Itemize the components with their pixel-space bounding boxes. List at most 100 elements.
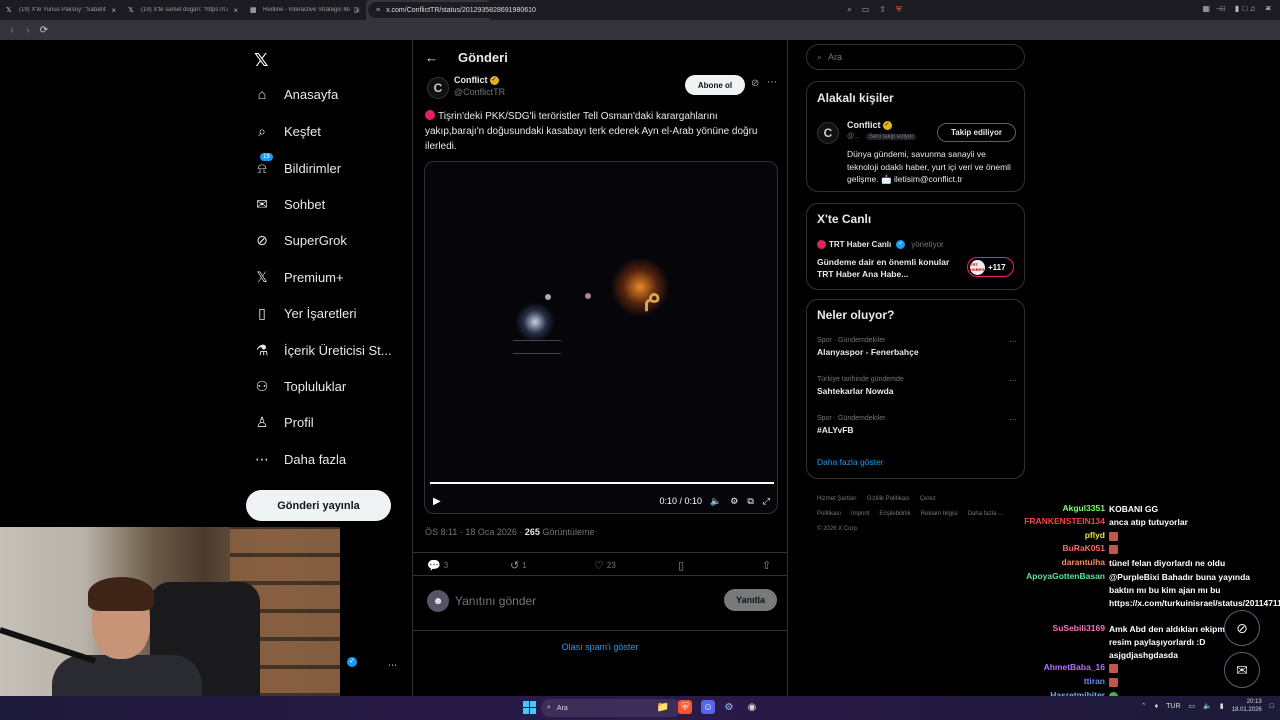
- related-name[interactable]: Conflict: [847, 120, 881, 130]
- browser-tab[interactable]: 𝕏 (19) X'te samet dogan: "https://t.co/ ×: [122, 0, 244, 20]
- nav-item-home[interactable]: ⌂ Anasayfa: [254, 86, 338, 102]
- post-button[interactable]: Gönderi yayınla: [246, 490, 391, 521]
- chat-username[interactable]: FRANKENSTEIN134: [975, 516, 1105, 526]
- wallet-icon[interactable]: □: [1220, 4, 1225, 13]
- zoom-icon[interactable]: ⌕: [847, 5, 851, 15]
- close-tab-icon[interactable]: ×: [233, 6, 238, 15]
- repost-action[interactable]: ↺ 1: [510, 559, 527, 572]
- windows-start-icon[interactable]: [523, 701, 536, 714]
- show-spam-link[interactable]: Olası spam'i göster: [413, 630, 787, 662]
- brave-browser-icon[interactable]: ⛨: [678, 700, 692, 714]
- file-explorer-icon[interactable]: 📁: [656, 700, 670, 714]
- nav-item-creator[interactable]: ⚗ İçerik Üreticisi St...: [254, 342, 392, 359]
- grok-icon[interactable]: ⊘: [751, 78, 759, 89]
- browser-tab[interactable]: 𝕏 (19) X'te Yunus Paksoy: "Sabahtan be ×: [0, 0, 122, 20]
- chat-username[interactable]: darantulha: [975, 557, 1105, 567]
- related-name-row[interactable]: Conflict ✓: [847, 120, 892, 131]
- footer-link[interactable]: Gizlilik Politikası: [867, 496, 910, 502]
- play-icon[interactable]: ▶: [433, 496, 441, 507]
- chat-username[interactable]: BuRaK051: [975, 543, 1105, 553]
- trend-more-icon[interactable]: ⋯: [1009, 337, 1017, 346]
- url-field[interactable]: ≡ x.com/ConflictTR/status/20129358286919…: [368, 2, 910, 18]
- discord-icon[interactable]: ☺: [701, 700, 715, 714]
- sidebar-icon[interactable]: ▮: [1235, 4, 1239, 13]
- nav-item-supergrok[interactable]: ⊘ SuperGrok: [254, 232, 347, 249]
- settings-icon[interactable]: ⚙: [730, 496, 738, 507]
- nav-item-premium[interactable]: 𝕏 Premium+: [254, 269, 343, 286]
- steam-icon[interactable]: ⚙: [722, 700, 736, 714]
- reload-icon[interactable]: ⟳: [36, 25, 52, 36]
- footer-link[interactable]: Erişilebilirlik: [879, 511, 910, 517]
- nav-item-chat[interactable]: ✉ Sohbet: [254, 196, 325, 213]
- obs-icon[interactable]: ◉: [745, 700, 759, 714]
- footer-link[interactable]: Imprint: [851, 511, 869, 517]
- trend-item[interactable]: Türkiye tarihinde gündemde Sahtekarlar No…: [817, 376, 1017, 396]
- author-name-row[interactable]: Conflict ✓: [454, 75, 505, 86]
- like-action[interactable]: ♡ 23: [594, 559, 616, 572]
- author-name[interactable]: Conflict: [454, 75, 488, 85]
- volume-icon[interactable]: 🔈: [1203, 702, 1212, 710]
- bookmark-page-icon[interactable]: ▯: [354, 5, 358, 14]
- tray-mic-icon[interactable]: ♦: [1155, 703, 1159, 710]
- nav-item-explore[interactable]: ⌕ Keşfet: [254, 123, 321, 140]
- author-avatar[interactable]: C: [427, 77, 449, 99]
- subscribe-button[interactable]: Abone ol: [685, 75, 745, 95]
- extensions-icon[interactable]: ▦: [1203, 4, 1211, 13]
- site-info-icon[interactable]: ≡: [376, 7, 380, 14]
- nav-item-bookmarks[interactable]: ▯ Yer İşaretleri: [254, 305, 356, 322]
- back-arrow-icon[interactable]: ←: [425, 50, 438, 65]
- reply-action[interactable]: 💬 3: [427, 559, 448, 572]
- chat-username[interactable]: Akgul3351: [975, 503, 1105, 513]
- chat-username[interactable]: AhmetBaba_16: [975, 662, 1105, 672]
- grok-fab-icon[interactable]: ⊘: [1224, 610, 1260, 646]
- footer-link[interactable]: © 2026 X Corp.: [817, 526, 858, 532]
- battery-icon[interactable]: ▮: [1220, 702, 1224, 710]
- related-avatar[interactable]: C: [817, 122, 839, 144]
- cast-icon[interactable]: ▭: [862, 5, 870, 15]
- chat-username[interactable]: pflyd: [975, 530, 1105, 540]
- live-host-row[interactable]: TRT Haber Canlı ✓ yönetiyor: [817, 240, 944, 249]
- reply-button[interactable]: Yanıtla: [724, 589, 777, 611]
- browser-tab[interactable]: ▦ Redline - Interactive Strategic Map ×: [244, 0, 366, 20]
- account-menu-icon[interactable]: ⋯: [388, 660, 397, 671]
- related-handle[interactable]: @...: [847, 133, 860, 140]
- messages-fab-icon[interactable]: ✉: [1224, 652, 1260, 688]
- nav-item-notifications[interactable]: ⍾ 19 Bildirimler: [254, 153, 341, 177]
- notifications-icon[interactable]: □: [1270, 703, 1274, 710]
- show-more-link[interactable]: Daha fazla göster: [817, 457, 884, 467]
- fullscreen-icon[interactable]: ⤢: [763, 496, 770, 507]
- tray-chevron-icon[interactable]: ⌃: [1141, 702, 1147, 710]
- search-input[interactable]: ⌕ Ara: [806, 44, 1025, 70]
- footer-link[interactable]: Reklam bilgisi: [921, 511, 958, 517]
- menu-icon[interactable]: ≡: [1265, 4, 1270, 13]
- volume-icon[interactable]: 🔈: [710, 496, 721, 507]
- nav-item-profile[interactable]: ♙ Profil: [254, 414, 314, 431]
- bookmark-action[interactable]: ▯: [678, 559, 684, 572]
- network-icon[interactable]: ▭: [1189, 702, 1196, 710]
- clock[interactable]: 20:13 18.01.2026: [1232, 698, 1262, 714]
- language-indicator[interactable]: TUR: [1166, 703, 1180, 710]
- x-logo-icon[interactable]: 𝕏: [254, 50, 269, 71]
- share-icon[interactable]: ⇧: [879, 5, 886, 15]
- footer-link[interactable]: Hizmet Şartları: [817, 496, 857, 502]
- brave-shield-icon[interactable]: ⛨: [896, 5, 902, 15]
- following-button[interactable]: Takip ediliyor: [937, 123, 1016, 142]
- back-icon[interactable]: ‹: [4, 25, 20, 36]
- more-options-icon[interactable]: ⋯: [767, 77, 777, 88]
- chat-username[interactable]: SuSebili3169: [975, 623, 1105, 633]
- reply-input[interactable]: Yanıtını gönder: [455, 594, 536, 608]
- nav-item-more[interactable]: ⋯ Daha fazla: [254, 451, 346, 468]
- pip-icon[interactable]: ⧉: [747, 496, 753, 507]
- live-stream-title[interactable]: Gündeme dair en önemli konular TRT Haber…: [817, 256, 967, 280]
- trend-item[interactable]: Spor · Gündemdekiler #ALYvFB ⋯: [817, 415, 1017, 435]
- close-tab-icon[interactable]: ×: [111, 6, 116, 15]
- forward-icon[interactable]: ›: [20, 25, 36, 36]
- chat-username[interactable]: ApoyaGottenBasan: [975, 571, 1105, 581]
- video-progress-bar[interactable]: [430, 482, 774, 484]
- post-timestamp[interactable]: ÖS 8:11 · 18 Oca 2026 ·: [425, 527, 525, 537]
- chat-username[interactable]: ttiran: [975, 676, 1105, 686]
- nav-item-communities[interactable]: ⚇ Topluluklar: [254, 378, 346, 395]
- playlist-icon[interactable]: ♫: [1249, 4, 1255, 13]
- video-player[interactable]: م ▶ 0:10 / 0:10 🔈 ⚙ ⧉ ⤢: [424, 161, 778, 514]
- live-viewers-badge[interactable]: TRT HABER +117: [967, 257, 1014, 277]
